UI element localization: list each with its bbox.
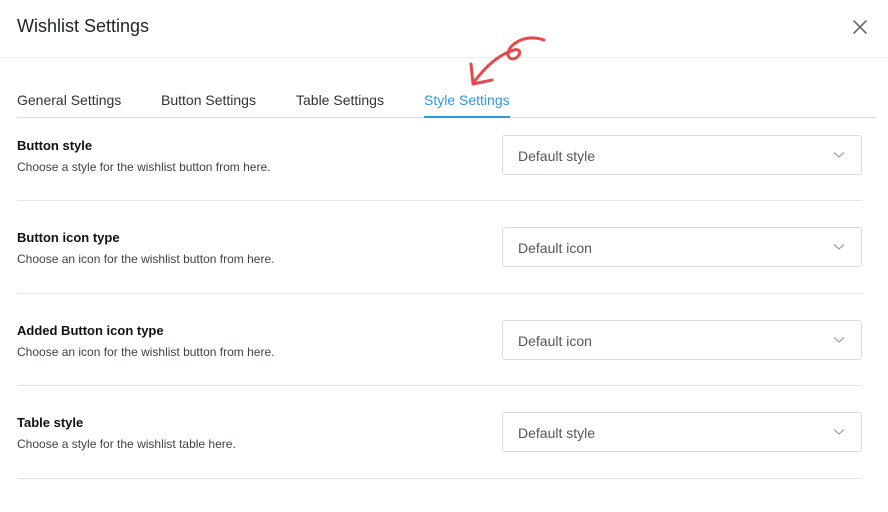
added-button-icon-type-select[interactable]: Default icon: [502, 320, 862, 360]
setting-row-table-style: Table style Choose a style for the wishl…: [17, 386, 862, 479]
select-value: Default style: [518, 148, 596, 164]
setting-title: Table style: [17, 415, 84, 430]
chevron-down-icon: [833, 244, 845, 250]
tab-style-settings[interactable]: Style Settings: [424, 92, 510, 108]
dialog-header: Wishlist Settings: [0, 0, 888, 58]
tab-table-settings[interactable]: Table Settings: [296, 92, 384, 108]
table-style-select[interactable]: Default style: [502, 412, 862, 452]
wishlist-settings-dialog: Wishlist Settings General Settings Butto…: [0, 0, 888, 512]
setting-description: Choose a style for the wishlist button f…: [17, 160, 271, 174]
select-value: Default icon: [518, 240, 592, 256]
chevron-down-icon: [833, 429, 845, 435]
setting-title: Button style: [17, 138, 93, 153]
tab-general-settings[interactable]: General Settings: [17, 92, 121, 108]
close-button[interactable]: [848, 14, 872, 40]
setting-description: Choose an icon for the wishlist button f…: [17, 345, 275, 359]
chevron-down-icon: [833, 337, 845, 343]
button-style-select[interactable]: Default style: [502, 135, 862, 175]
dialog-title: Wishlist Settings: [17, 16, 150, 36]
tab-button-settings[interactable]: Button Settings: [161, 92, 256, 108]
setting-row-added-button-icon-type: Added Button icon type Choose an icon fo…: [17, 294, 862, 386]
curved-arrow-annotation: [469, 36, 546, 86]
select-value: Default style: [518, 425, 596, 441]
setting-description: Choose an icon for the wishlist button f…: [17, 252, 275, 266]
setting-description: Choose a style for the wishlist table he…: [17, 437, 236, 451]
select-value: Default icon: [518, 333, 592, 349]
setting-title: Button icon type: [17, 230, 120, 245]
close-icon: [853, 20, 867, 34]
setting-row-button-style: Button style Choose a style for the wish…: [17, 118, 862, 201]
setting-row-button-icon-type: Button icon type Choose an icon for the …: [17, 201, 862, 294]
chevron-down-icon: [833, 152, 845, 158]
settings-tabs: [0, 58, 888, 119]
setting-title: Added Button icon type: [17, 323, 164, 338]
button-icon-type-select[interactable]: Default icon: [502, 227, 862, 267]
